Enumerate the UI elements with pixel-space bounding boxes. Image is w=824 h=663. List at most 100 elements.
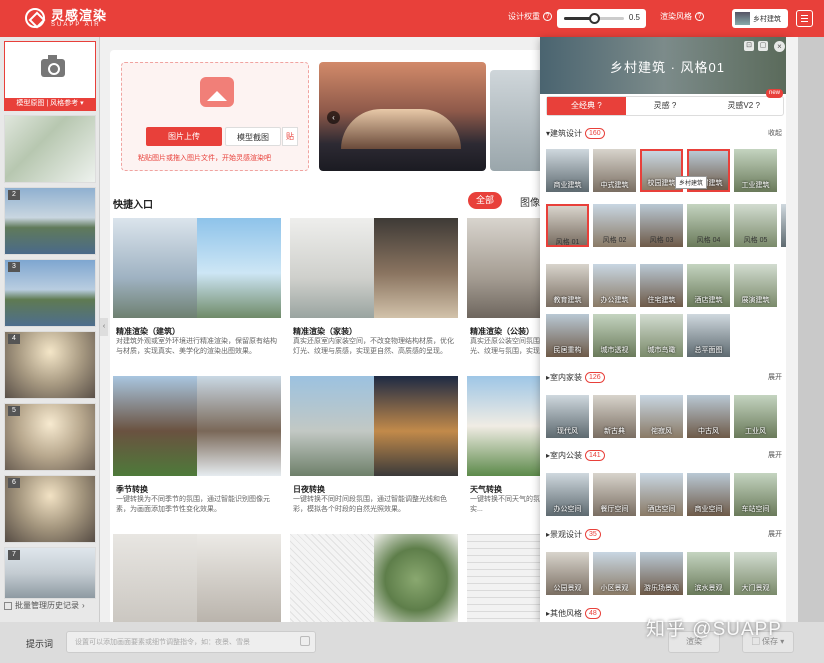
style-tile[interactable]: 公园景观 (546, 552, 589, 595)
image-upload-button[interactable]: 图片上传 (146, 127, 222, 146)
style-tile[interactable]: 住宅建筑 (640, 264, 683, 307)
tab-classic[interactable]: 全经典 ? (547, 97, 626, 115)
help-icon[interactable]: ? (695, 12, 704, 21)
style-tile[interactable]: 办公空间 (546, 473, 589, 516)
style-selector[interactable]: 乡村建筑 (732, 9, 788, 28)
style-tile[interactable]: 侘寂风 (640, 395, 683, 438)
style-tile[interactable]: 风格 02 (593, 204, 636, 247)
style-tile[interactable]: 办公建筑 (593, 264, 636, 307)
section-toggle[interactable]: 收起 (768, 128, 782, 138)
style-tile[interactable]: 中式建筑 (593, 149, 636, 192)
filter-tab-all[interactable]: 全部 (468, 192, 502, 209)
style-tile[interactable]: 总平面图 (687, 314, 730, 357)
card-title: 精准渲染（建筑） (116, 327, 180, 336)
menu-icon (801, 21, 808, 22)
style-tile[interactable]: 风格 04 (687, 204, 730, 247)
banner-image[interactable] (490, 70, 545, 171)
history-thumbnail[interactable]: 7 (4, 547, 96, 599)
style-tile-label: 滨水景观 (694, 585, 723, 592)
history-thumbnail[interactable]: 4 (4, 331, 96, 399)
carousel-prev-button[interactable]: ‹ (327, 111, 340, 124)
window-icon[interactable]: ▢ (758, 41, 768, 51)
feature-card[interactable] (290, 534, 458, 625)
style-tile[interactable]: 滨水景观 (687, 552, 730, 595)
card-title: 季节转换 (116, 485, 148, 494)
history-thumbnail[interactable] (4, 115, 96, 183)
prompt-expand-icon[interactable] (300, 636, 310, 646)
section-interior-home[interactable]: ▸ 室内家装 126 展开 (546, 370, 782, 384)
feature-card[interactable]: 季节转换 一键转换为不同季节的氛围，通过智能识别图像元素，为画面添加季节性变化效… (113, 376, 281, 521)
style-tile[interactable]: 酒店空间 (640, 473, 683, 516)
feature-card[interactable]: 精准渲染（建筑） 对建筑外观或室外环境进行精准渲染，保留原有结构与材质，实现真实… (113, 218, 281, 363)
style-tile[interactable]: 商业建筑 (546, 149, 589, 192)
style-tile-label: 展演建筑 (741, 297, 770, 304)
model-screenshot-button[interactable]: 模型截图 (225, 127, 281, 146)
upload-slot-label[interactable]: 模型原图 | 风格参考 ▾ (5, 98, 95, 110)
style-tile[interactable]: 教育建筑 (546, 264, 589, 307)
style-tile[interactable]: 工业建筑 (734, 149, 777, 192)
checkbox-icon[interactable] (4, 601, 12, 610)
style-tile[interactable]: 车站空间 (734, 473, 777, 516)
style-tile[interactable]: 展演建筑 (734, 264, 777, 307)
prompt-label: 提示词 (26, 639, 54, 649)
brand-logo[interactable]: 灵感渲染 SUAPP AIR (25, 8, 107, 28)
section-landscape[interactable]: ▸ 景观设计 35 展开 (546, 527, 782, 541)
sidebar-collapse-toggle[interactable]: ‹ (100, 318, 108, 336)
style-tile-label: 新古典 (604, 428, 625, 435)
section-toggle[interactable]: 展开 (768, 372, 782, 382)
help-icon[interactable]: ? (543, 12, 552, 21)
style-tile[interactable]: 风格 05 (734, 204, 777, 247)
batch-manage-history[interactable]: 批量管理历史记录 › (4, 600, 96, 611)
tab-inspiration[interactable]: 灵感 ? (626, 97, 705, 115)
pin-icon[interactable]: ⊡ (744, 41, 754, 51)
feature-card[interactable]: 精准渲染（家装） 真实还原室内家装空间，不改变物理结构材质，优化灯光、纹理与质感… (290, 218, 458, 363)
filter-tab-image[interactable]: 图像 (520, 194, 540, 209)
feature-card[interactable]: 日夜转换 一键转换不同时间段氛围，通过智能调整光线和色彩，模拟各个时段的自然光照… (290, 376, 458, 521)
section-toggle[interactable]: 展开 (768, 529, 782, 539)
style-tile[interactable]: 城市透视 (593, 314, 636, 357)
style-tile[interactable]: 工业风 (734, 395, 777, 438)
style-tile[interactable]: 风格 01 (546, 204, 589, 247)
slider-value: 0.5 (628, 13, 640, 22)
style-tile[interactable]: 大门景观 (734, 552, 777, 595)
design-weight-slider[interactable]: 0.5 (557, 9, 646, 28)
style-tile[interactable]: 民居重构 (546, 314, 589, 357)
style-tile-label: 公园景观 (553, 585, 582, 592)
style-tile[interactable]: 餐厅空间 (593, 473, 636, 516)
prompt-input[interactable] (66, 631, 316, 653)
model-upload-slot[interactable]: 模型原图 | 风格参考 ▾ (4, 41, 96, 111)
section-interior-public[interactable]: ▸ 室内公装 141 展开 (546, 448, 782, 462)
style-tile[interactable]: 新古典 (593, 395, 636, 438)
style-tile[interactable]: 小区景观 (593, 552, 636, 595)
banner-image[interactable]: ‹ (319, 62, 486, 171)
section-toggle[interactable]: 展开 (768, 450, 782, 460)
style-panel-header: 乡村建筑 · 风格01 ⊡ ▢ × (540, 37, 788, 94)
section-architecture[interactable]: ▾ 建筑设计 160 收起 (546, 126, 782, 140)
upload-dropzone[interactable]: 图片上传 模型截图 贴 粘贴图片或拖入图片文件，开始灵感渲染吧 (121, 62, 309, 171)
menu-button[interactable] (796, 10, 813, 27)
history-thumbnail[interactable]: 6 (4, 475, 96, 543)
tab-inspiration-v2[interactable]: 灵感V2 ? new (704, 89, 784, 115)
history-number: 2 (8, 190, 20, 200)
panel-scrollbar[interactable] (786, 37, 798, 622)
style-tile[interactable]: 城市鸟瞰 (640, 314, 683, 357)
style-tile[interactable]: 酒店建筑 (687, 264, 730, 307)
style-tile[interactable]: 游乐场景观 (640, 552, 683, 595)
style-tile[interactable]: 风格 03 (640, 204, 683, 247)
style-tile[interactable]: 商业空间 (687, 473, 730, 516)
card-title: 日夜转换 (293, 485, 325, 494)
history-thumbnail[interactable]: 3 (4, 259, 96, 327)
section-name: 室内家装 (550, 372, 583, 382)
history-thumbnail[interactable]: 5 (4, 403, 96, 471)
card-title: 天气转换 (470, 485, 502, 494)
slider-handle[interactable] (589, 13, 600, 24)
history-thumbnail[interactable]: 2 (4, 187, 96, 255)
paste-button[interactable]: 贴 (282, 127, 298, 146)
style-tile-label: 工业建筑 (741, 182, 770, 189)
close-icon[interactable]: × (774, 41, 785, 52)
section-name: 室内公装 (550, 450, 583, 460)
history-number: 4 (8, 334, 20, 344)
style-tile[interactable]: 现代风 (546, 395, 589, 438)
feature-card[interactable] (113, 534, 281, 625)
style-tile[interactable]: 中古风 (687, 395, 730, 438)
